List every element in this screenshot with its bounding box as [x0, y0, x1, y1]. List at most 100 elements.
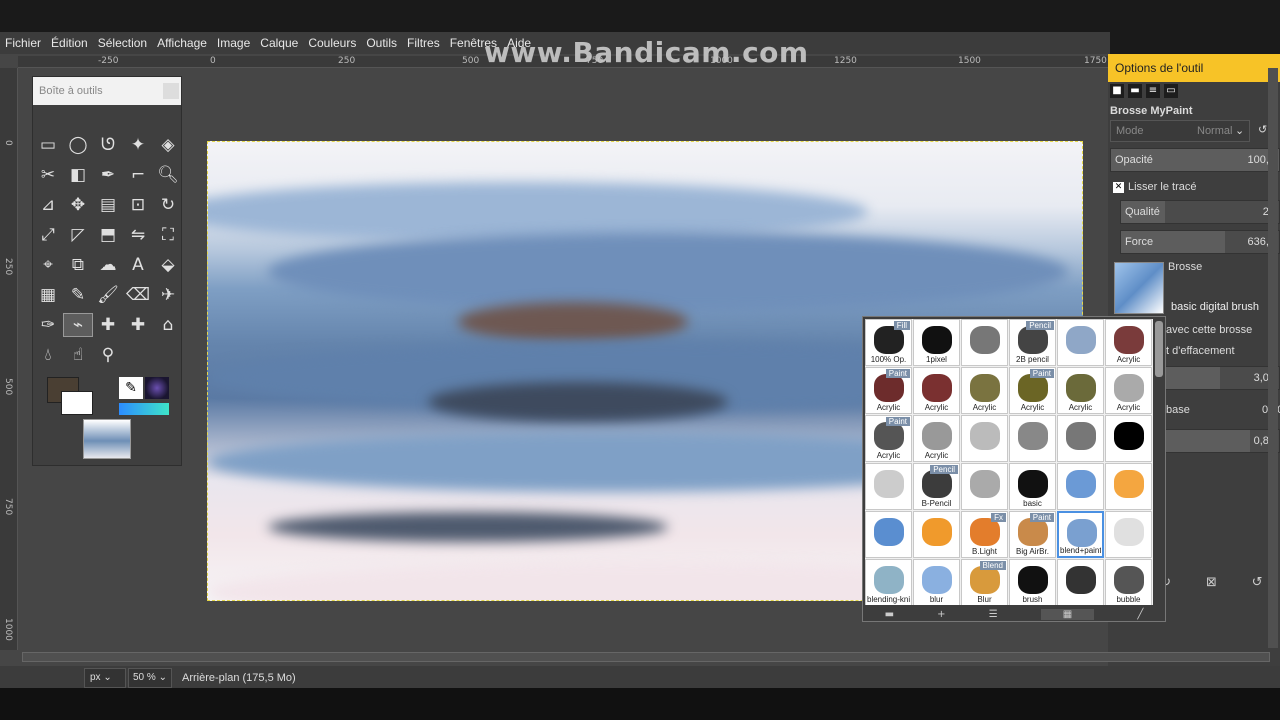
list-view-icon[interactable]: ☰ [989, 609, 998, 620]
brush-item[interactable]: Acrylic [1057, 367, 1104, 414]
brush-item[interactable] [1057, 463, 1104, 510]
menu-item[interactable]: Filtres [407, 36, 440, 50]
measure-icon[interactable]: ⊿ [33, 193, 63, 217]
airbrush-icon[interactable]: ✈ [153, 283, 183, 307]
free-select-icon[interactable]: ᘎ [93, 133, 123, 157]
tool-options-tab[interactable]: Options de l'outil [1108, 54, 1280, 82]
menu-item[interactable]: Sélection [98, 36, 147, 50]
brush-preview[interactable]: ✎ [119, 377, 143, 399]
opacity-slider[interactable]: Opacité 100,0 [1110, 148, 1280, 172]
gradient-icon[interactable]: ▦ [33, 283, 63, 307]
shear-icon[interactable]: ◸ [63, 223, 93, 247]
brush-item[interactable]: Paint Big AirBr. [1009, 511, 1056, 558]
heal-icon[interactable]: ✚ [123, 313, 153, 337]
vertical-scrollbar[interactable] [1268, 68, 1278, 648]
brush-item[interactable]: Paint Acrylic [865, 367, 912, 414]
images-icon[interactable]: ▭ [1164, 84, 1178, 98]
vertical-ruler[interactable]: 0 250 500 750 1000 [0, 68, 18, 650]
brush-item[interactable]: Pencil B-Pencil [913, 463, 960, 510]
gradient-preview[interactable] [119, 403, 169, 415]
brush-item[interactable] [865, 463, 912, 510]
scale-icon[interactable]: ⤢ [33, 223, 63, 247]
paintbrush-icon[interactable]: 🖌︎ [93, 283, 123, 307]
warp-icon[interactable]: ⌖ [33, 253, 63, 277]
zoom-in-icon[interactable]: + [937, 609, 945, 620]
edit-brush-icon[interactable]: ╱ [1137, 609, 1143, 620]
mode-select[interactable]: Mode Normal ⌄ [1110, 120, 1250, 142]
brush-item[interactable]: Fx B.Light [961, 511, 1008, 558]
brush-item[interactable] [1105, 511, 1152, 558]
undo-history-icon[interactable]: ≡ [1146, 84, 1160, 98]
reset-options-icon[interactable]: ↺ [1252, 575, 1263, 590]
brush-item[interactable] [865, 511, 912, 558]
unified-transform-icon[interactable]: ⧉ [63, 253, 93, 277]
unit-select[interactable]: px ⌄ [84, 668, 126, 688]
brush-item[interactable]: Blend Blur [961, 559, 1008, 605]
menu-item[interactable]: Fichier [5, 36, 41, 50]
brush-item[interactable]: Acrylic [961, 367, 1008, 414]
quality-slider[interactable]: Qualité 20 [1120, 200, 1280, 224]
ink-icon[interactable]: ✑ [33, 313, 63, 337]
force-slider[interactable]: Force 636,9 [1120, 230, 1280, 254]
smudge-icon[interactable]: ☝ [63, 343, 93, 367]
brush-item[interactable]: Fill 100% Op. [865, 319, 912, 366]
pattern-preview[interactable] [145, 377, 169, 399]
delete-options-icon[interactable]: ⊠ [1206, 575, 1217, 590]
menu-item[interactable]: Calque [260, 36, 298, 50]
smudge-wave-icon[interactable]: ☁ [93, 253, 123, 277]
brush-item[interactable] [961, 463, 1008, 510]
horizontal-scrollbar[interactable] [22, 652, 1270, 662]
brush-item[interactable]: blend+paint [1057, 511, 1104, 558]
brush-item[interactable]: Pencil 2B pencil [1009, 319, 1056, 366]
mypaint-brush-icon[interactable]: ⌁ [63, 313, 93, 337]
menu-item[interactable]: Image [217, 36, 250, 50]
dodge-icon[interactable]: ⚲ [93, 343, 123, 367]
align-icon[interactable]: ▤ [93, 193, 123, 217]
move-icon[interactable]: ✥ [63, 193, 93, 217]
brush-item[interactable] [913, 511, 960, 558]
zoom-icon[interactable]: 🔍︎ [153, 163, 183, 187]
select-by-color-icon[interactable]: ◈ [153, 133, 183, 157]
perspective-icon[interactable]: ⬒ [93, 223, 123, 247]
tool-options-icon[interactable]: ■ [1110, 84, 1124, 98]
brush-item[interactable] [1105, 415, 1152, 462]
toolbox-close-button[interactable] [163, 83, 179, 99]
flip-icon[interactable]: ⇋ [123, 223, 153, 247]
zoom-out-icon[interactable]: ▬ [885, 609, 894, 620]
rotate-icon[interactable]: ↻ [153, 193, 183, 217]
menu-item[interactable]: Couleurs [308, 36, 356, 50]
perspective-clone-icon[interactable]: ⌂ [153, 313, 183, 337]
brush-item[interactable] [1057, 415, 1104, 462]
foreground-select-icon[interactable]: ◧ [63, 163, 93, 187]
color-picker-icon[interactable]: ⌐ [123, 163, 153, 187]
ellipse-select-icon[interactable]: ◯ [63, 133, 93, 157]
brush-item[interactable]: Acrylic [913, 415, 960, 462]
grid-view-icon[interactable]: ▦ [1040, 608, 1095, 620]
reset-mode-icon[interactable]: ↺ [1258, 123, 1267, 136]
clone-icon[interactable]: ✚ [93, 313, 123, 337]
brush-item[interactable] [1105, 463, 1152, 510]
text-icon[interactable]: A [123, 253, 153, 277]
hardness-slider[interactable]: 0,80 [1160, 429, 1280, 453]
brush-item[interactable]: basic [1009, 463, 1056, 510]
rect-select-icon[interactable]: ▭ [33, 133, 63, 157]
bucket-fill-icon[interactable]: ⬙ [153, 253, 183, 277]
brush-item[interactable]: Acrylic [1105, 367, 1152, 414]
brush-scrollbar[interactable] [1155, 321, 1163, 377]
image-thumbnail[interactable] [83, 419, 131, 459]
brush-item[interactable] [1009, 415, 1056, 462]
cage-icon[interactable]: ⛶ [153, 223, 183, 247]
eraser-icon[interactable]: ⌫ [123, 283, 153, 307]
pencil-icon[interactable]: ✎ [63, 283, 93, 307]
smooth-stroke-checkbox[interactable]: ✕ [1113, 182, 1124, 193]
zoom-select[interactable]: 50 % ⌄ [128, 668, 172, 688]
brush-item[interactable]: Acrylic [913, 367, 960, 414]
crop-icon[interactable]: ⊡ [123, 193, 153, 217]
brush-item[interactable]: blending-knife [865, 559, 912, 605]
brush-item[interactable]: bubble [1105, 559, 1152, 605]
brush-item[interactable] [961, 415, 1008, 462]
brush-item[interactable] [1057, 319, 1104, 366]
menu-item[interactable]: Outils [366, 36, 397, 50]
brush-item[interactable] [961, 319, 1008, 366]
menu-item[interactable]: Édition [51, 36, 88, 50]
